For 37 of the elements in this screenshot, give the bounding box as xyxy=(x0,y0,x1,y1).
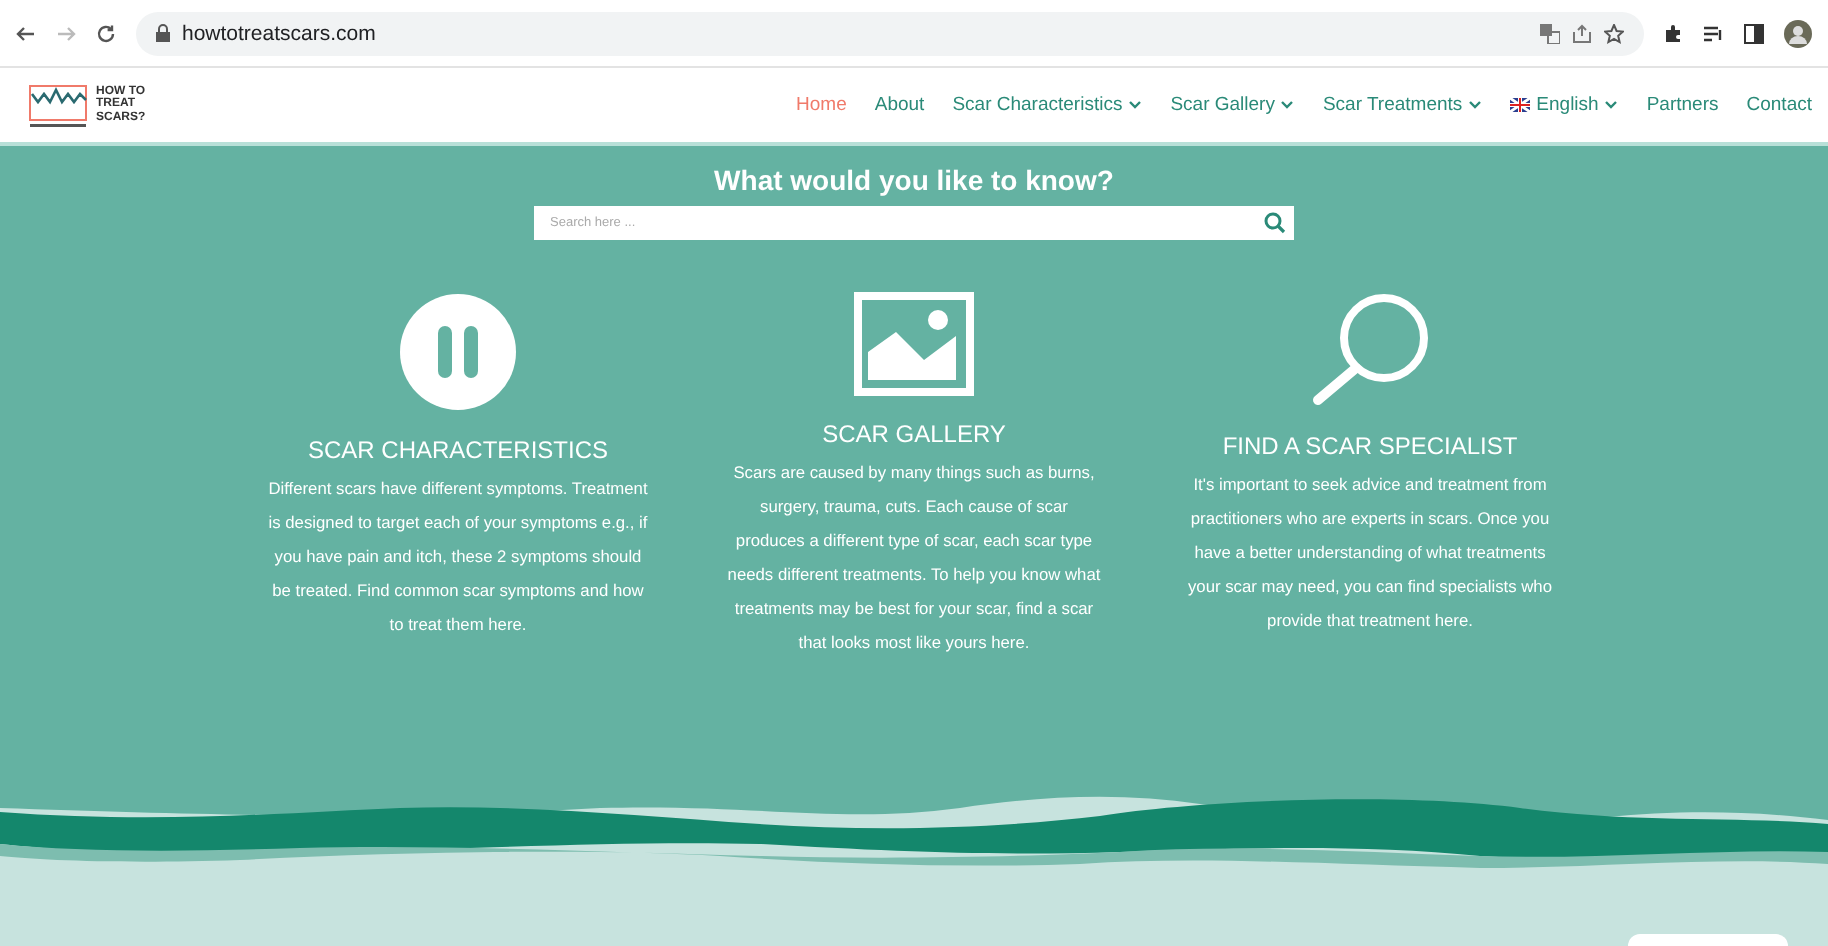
nav-link[interactable]: Scar Characteristics xyxy=(952,94,1143,116)
flag-icon xyxy=(1510,98,1531,112)
url-text: howtotreatscars.com xyxy=(182,21,376,45)
caret-icon xyxy=(1468,100,1483,110)
feature-description: Scars are caused by many things such as burns, surgery, trauma, cuts. Each cause of scar produces a different type of scar, each scar type needs different treatments. To help you know what treatments may be best for your scar, find a scar that looks most like yours here. xyxy=(725,460,1103,656)
nav-link[interactable]: Scar Gallery xyxy=(1170,94,1295,116)
puzzle-icon[interactable] xyxy=(1664,23,1684,43)
nav-link[interactable]: Partners xyxy=(1646,94,1719,116)
share-icon[interactable] xyxy=(1572,23,1592,43)
nav-link[interactable]: Contact xyxy=(1746,94,1812,116)
reload-icon[interactable] xyxy=(96,23,116,43)
search-icon[interactable] xyxy=(1264,212,1286,234)
avatar-icon[interactable] xyxy=(1784,19,1812,47)
nav-link[interactable]: Scar Treatments xyxy=(1322,94,1483,116)
pause-icon xyxy=(398,292,518,412)
caret-icon xyxy=(1128,100,1143,110)
back-icon[interactable] xyxy=(16,23,36,43)
feature-description: Different scars have different symptoms. Treatment is designed to target each of your symptoms e.g., if you have pain and itch, these 2 symptoms should be treated. Find common scar symptoms and how to treat them here. xyxy=(268,476,648,638)
hero-title: What would you like to know? xyxy=(714,164,1114,196)
nav-link[interactable]: About xyxy=(874,94,925,116)
feature-title[interactable]: SCAR CHARACTERISTICS xyxy=(307,436,609,464)
address-bar[interactable]: howtotreatscars.com xyxy=(136,11,1644,55)
image-icon xyxy=(854,292,974,396)
star-icon[interactable] xyxy=(1604,23,1624,43)
search-icon xyxy=(1308,292,1432,408)
lock-icon xyxy=(156,24,170,42)
nav-link[interactable]: English xyxy=(1510,94,1619,116)
translate-icon[interactable] xyxy=(1540,23,1560,43)
feature-description: It's important to seek advice and treatment from practitioners who are experts in scars. Once you have a better understanding of what treatments your scar may need, you can find specialists who provide that treatment here. xyxy=(1185,472,1554,634)
logo-icon[interactable] xyxy=(28,81,88,129)
feature-title[interactable]: SCAR GALLERY xyxy=(822,420,1006,448)
sidebar-icon[interactable] xyxy=(1744,23,1764,43)
caret-icon xyxy=(1280,100,1295,110)
caret-icon xyxy=(1604,100,1619,110)
playlist-icon[interactable] xyxy=(1704,23,1724,43)
nav-link[interactable]: Home xyxy=(796,94,847,116)
feature-title[interactable]: FIND A SCAR SPECIALIST xyxy=(1222,432,1518,460)
